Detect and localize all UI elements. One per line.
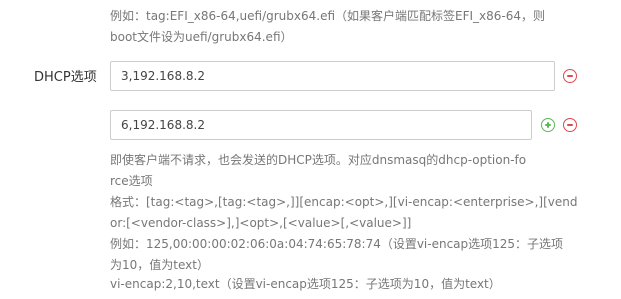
help-format-line-2: or:[<vendor-class>],]<opt>,[<value>[,<va…: [110, 216, 412, 230]
top-hint-line-2: boot文件设为uefi/grubx64.efi）: [110, 30, 293, 44]
dhcp-option-input-2[interactable]: [110, 110, 532, 140]
help-text-line-1: 即使客户端不请求，也会发送的DHCP选项。对应dnsmasq的dhcp-opti…: [110, 153, 527, 167]
minus-circle-icon[interactable]: [563, 118, 577, 132]
dhcp-option-input-1[interactable]: [110, 61, 555, 91]
dhcp-option-label: DHCP选项: [34, 70, 97, 85]
help-text-line-2: rce选项: [110, 174, 153, 188]
help-format-line-1: 格式：[tag:<tag>,[tag:<tag>,]][encap:<opt>,…: [110, 195, 578, 209]
help-example-line-1: 例如：125,00:00:00:02:06:0a:04:74:65:78:74（…: [110, 237, 564, 251]
top-hint-line-1: 例如：tag:EFI_x86-64,uefi/grubx64.efi（如果客户端…: [110, 9, 546, 23]
help-example-line-2: 为10，值为text）: [110, 258, 209, 272]
plus-circle-icon[interactable]: [541, 118, 555, 132]
minus-circle-icon[interactable]: [563, 69, 577, 83]
help-example-line-3: vi-encap:2,10,text（设置vi-encap选项125：子选项为1…: [110, 277, 501, 291]
